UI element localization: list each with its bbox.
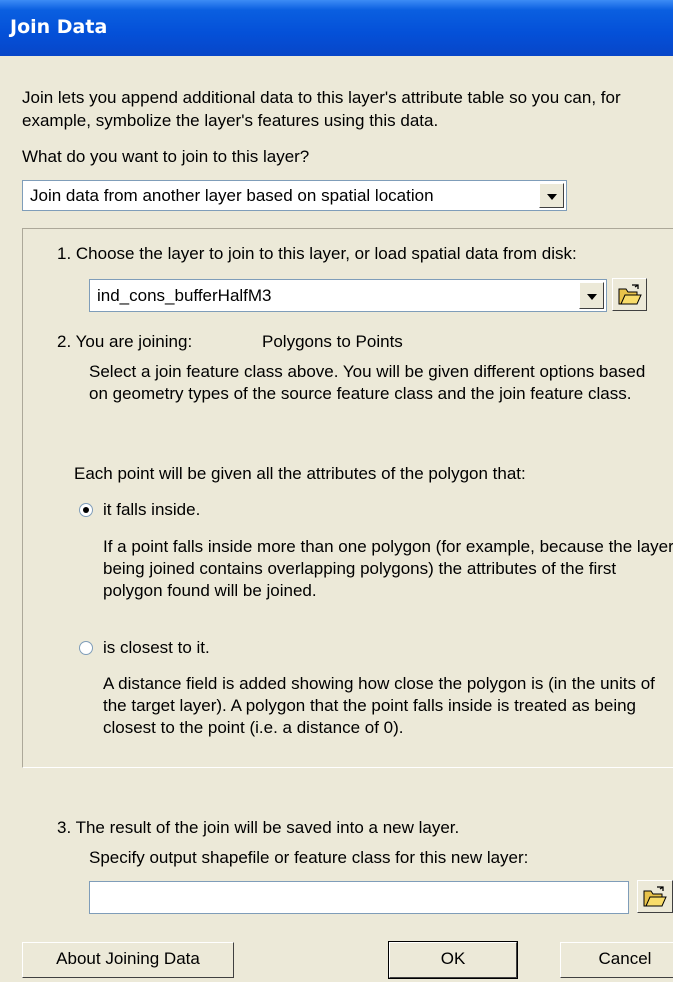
join-type-select[interactable]: Join data from another layer based on sp… <box>22 180 567 211</box>
step2-label: 2. You are joining: <box>57 332 193 351</box>
ok-button[interactable]: OK <box>388 941 518 979</box>
chevron-down-icon[interactable] <box>539 183 564 208</box>
join-question-label: What do you want to join to this layer? <box>22 147 310 166</box>
step3-sublabel: Specify output shapefile or feature clas… <box>89 848 529 867</box>
cancel-button[interactable]: Cancel <box>560 942 673 978</box>
browse-output-button[interactable] <box>637 880 673 913</box>
join-layer-select-value: ind_cons_bufferHalfM3 <box>97 286 272 305</box>
open-folder-icon <box>618 284 642 305</box>
step1-label: 1. Choose the layer to join to this laye… <box>57 244 577 263</box>
open-folder-icon <box>643 886 667 907</box>
closest-description: A distance field is added showing how cl… <box>103 674 655 737</box>
title-bar: Join Data <box>0 0 673 56</box>
join-layer-select[interactable]: ind_cons_bufferHalfM3 <box>89 279 607 312</box>
join-type-select-value: Join data from another layer based on sp… <box>30 186 434 205</box>
about-joining-data-button[interactable]: About Joining Data <box>22 942 234 978</box>
falls-inside-description: If a point falls inside more than one po… <box>103 537 673 600</box>
output-path-input[interactable] <box>89 881 629 914</box>
closest-label[interactable]: is closest to it. <box>103 638 210 658</box>
intro-text: Join lets you append additional data to … <box>22 88 621 130</box>
chevron-down-icon[interactable] <box>579 282 604 309</box>
step2-description: Select a join feature class above. You w… <box>89 362 646 403</box>
joining-type-value: Polygons to Points <box>262 332 403 351</box>
point-options-heading: Each point will be given all the attribu… <box>74 464 526 483</box>
radio-falls-inside[interactable] <box>79 503 93 517</box>
falls-inside-label[interactable]: it falls inside. <box>103 500 200 520</box>
window-title: Join Data <box>10 16 108 38</box>
step3-label: 3. The result of the join will be saved … <box>57 818 460 837</box>
browse-join-layer-button[interactable] <box>612 278 647 311</box>
radio-closest[interactable] <box>79 641 93 655</box>
